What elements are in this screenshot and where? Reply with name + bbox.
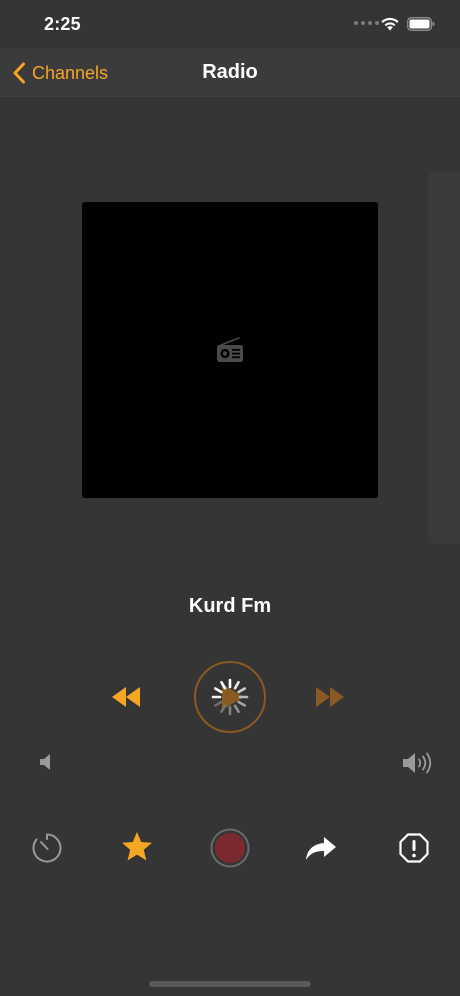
status-time: 2:25	[44, 14, 81, 34]
favorite-star-button[interactable]	[120, 830, 154, 864]
volume-high-icon	[403, 752, 432, 774]
battery-icon	[407, 17, 435, 31]
timer-button[interactable]	[30, 831, 64, 865]
station-name: Kurd Fm	[188, 595, 272, 617]
play-button[interactable]	[193, 660, 267, 734]
record-button[interactable]	[210, 828, 250, 868]
side-panel-handle[interactable]	[428, 172, 460, 544]
home-indicator[interactable]	[149, 981, 311, 987]
fast-forward-button[interactable]	[312, 684, 348, 710]
volume-low-icon	[40, 754, 50, 770]
page-title: Radio	[202, 61, 258, 83]
wifi-icon	[381, 17, 399, 31]
report-button[interactable]	[398, 832, 430, 864]
navigation-bar: Channels Radio	[0, 48, 460, 99]
share-button[interactable]	[304, 834, 338, 862]
cellular-signal-icon	[354, 21, 379, 25]
rewind-button[interactable]	[110, 684, 146, 710]
radio-screen: 2:25 Channels Radio Kurd Fm	[0, 0, 460, 996]
radio-icon	[217, 337, 243, 362]
station-artwork	[82, 202, 378, 498]
status-bar: 2:25	[0, 0, 460, 48]
